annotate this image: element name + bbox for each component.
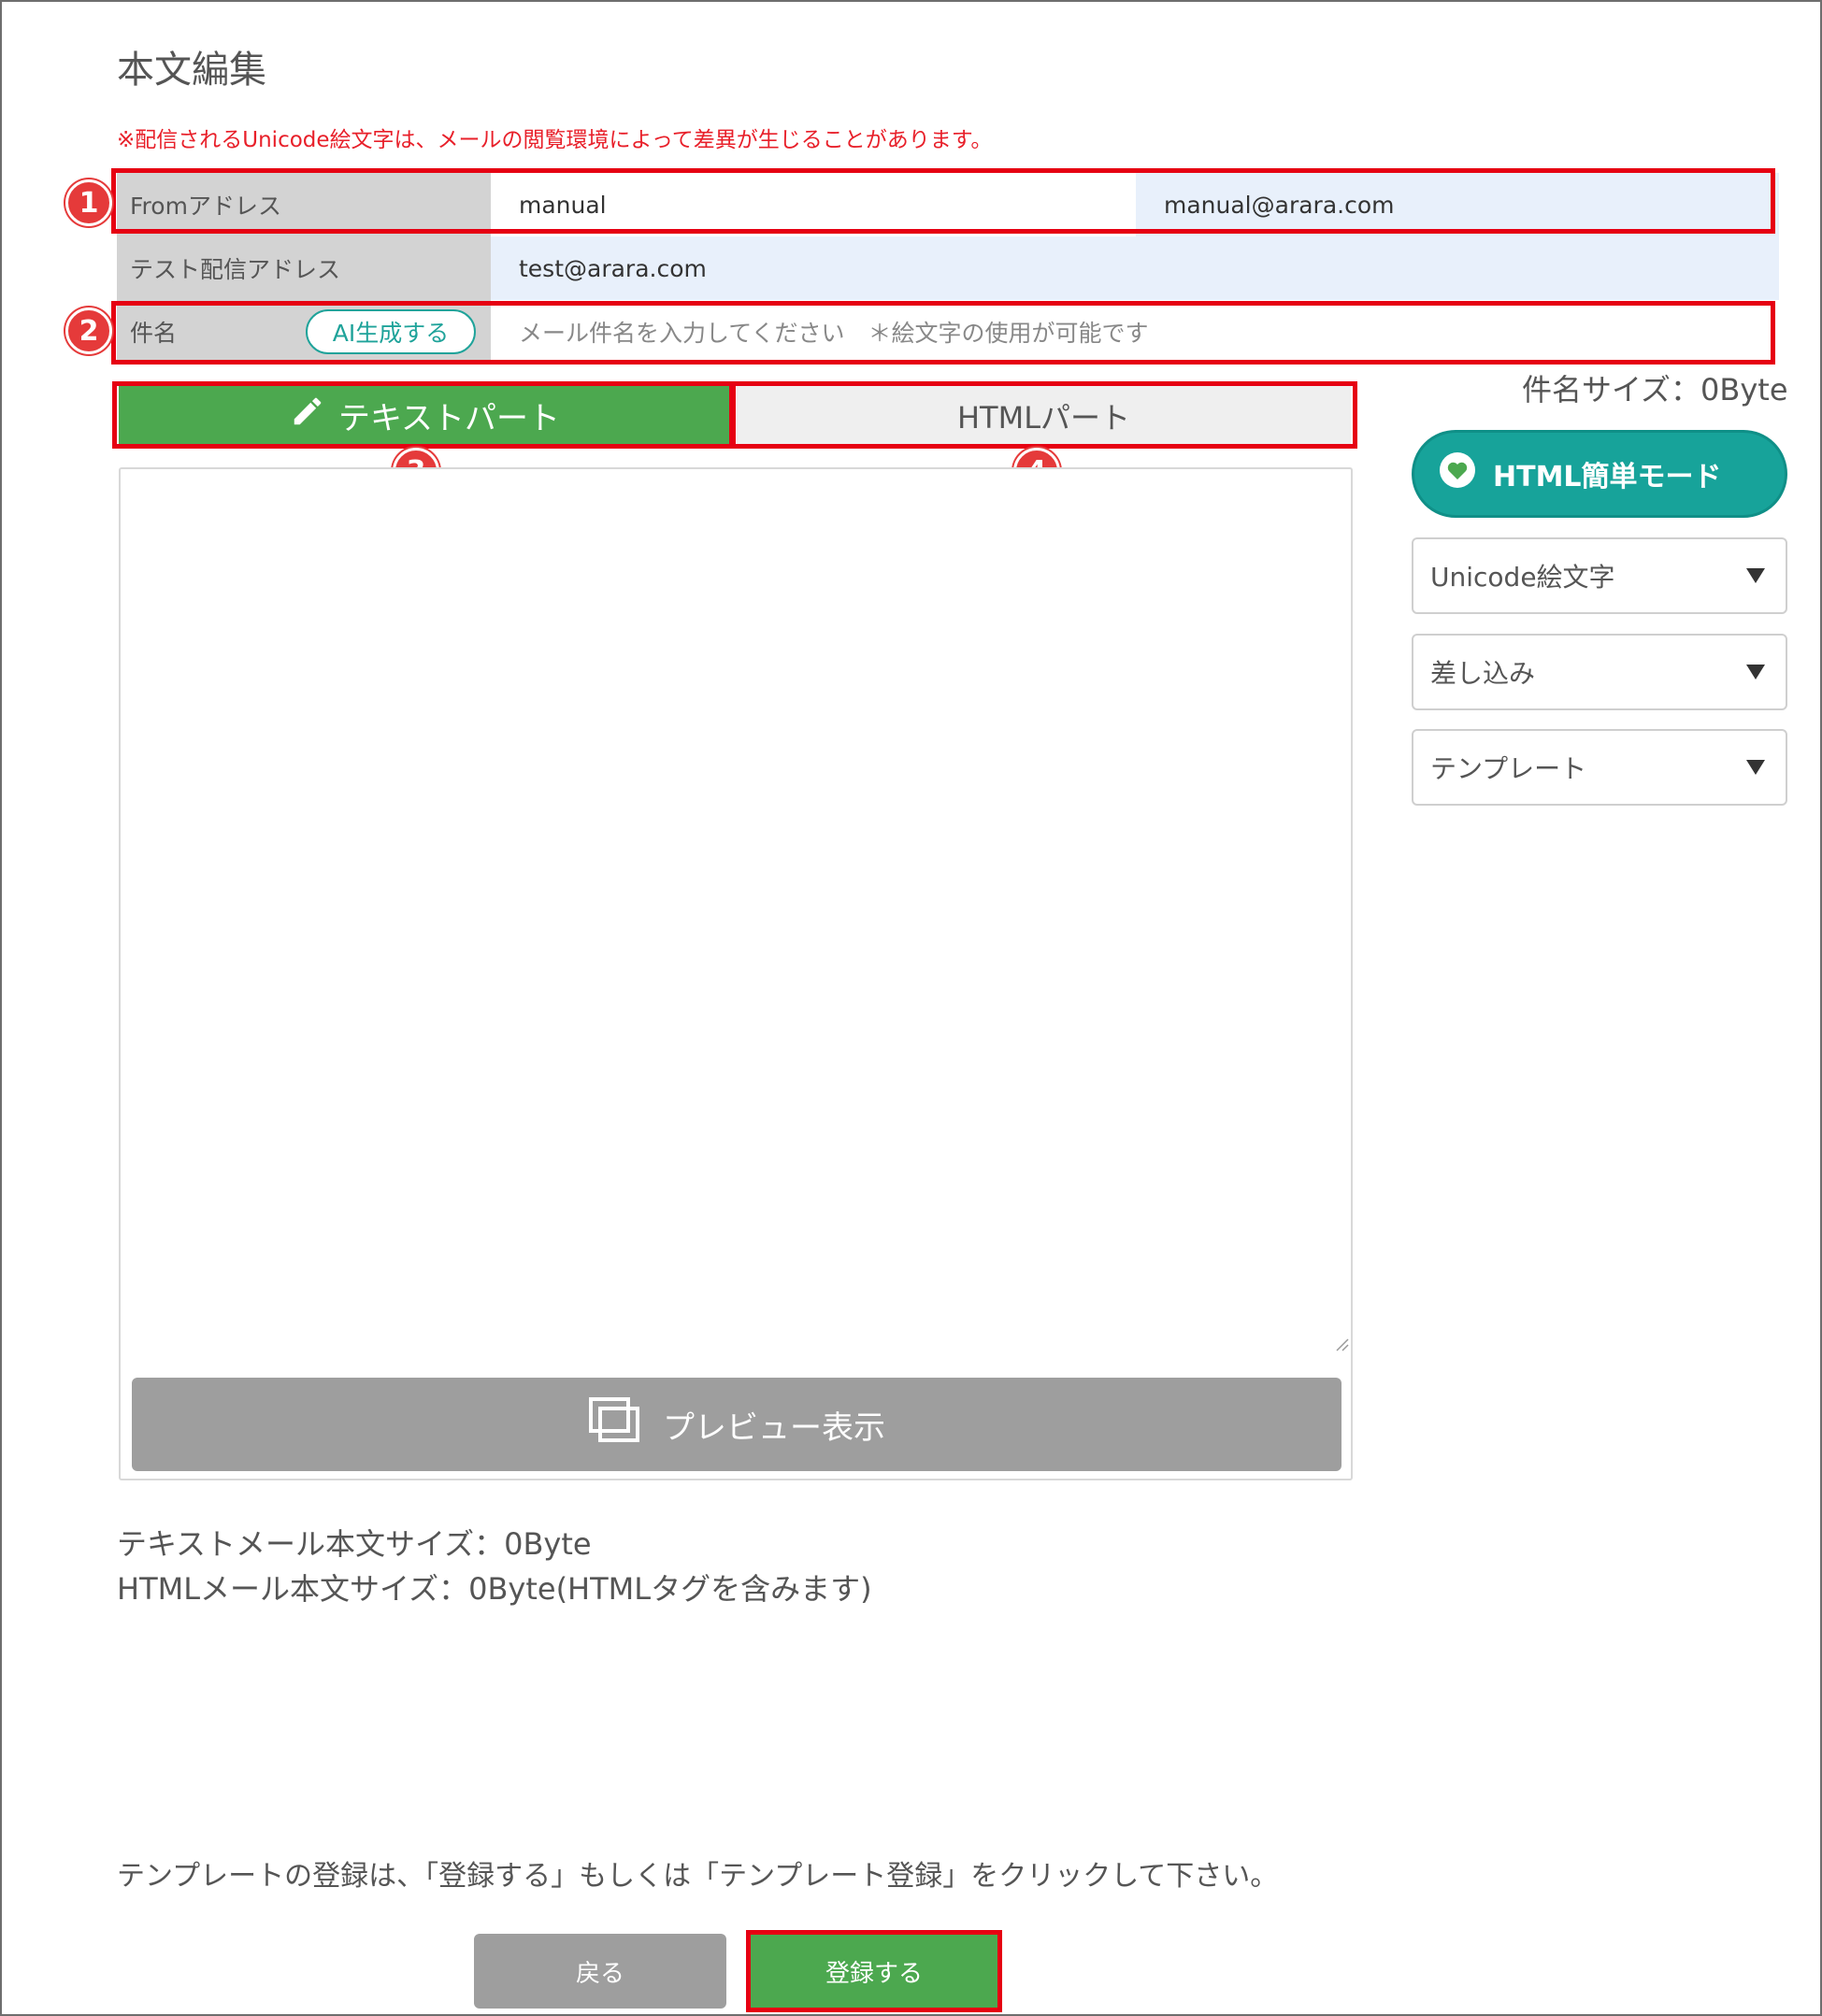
test-address-label: テスト配信アドレス	[117, 236, 491, 300]
preview-button[interactable]: プレビュー表示	[132, 1378, 1341, 1471]
subject-size-text: 件名サイズ：0Byte	[1522, 372, 1788, 407]
emoji-notice: ※配信されるUnicode絵文字は、メールの閲覧環境によって差異が生じることがあ…	[117, 128, 993, 152]
html-easy-mode-label: HTML簡単モード	[1493, 461, 1722, 493]
annotation-badge-1: 1	[65, 179, 112, 226]
window-icon	[588, 1396, 640, 1453]
annotation-box-4	[731, 381, 1357, 449]
dropdown-arrow-icon	[1746, 665, 1765, 679]
unicode-emoji-label: Unicode絵文字	[1430, 562, 1615, 593]
template-register-note: テンプレートの登録は、「登録する」もしくは「テンプレート登録」をクリックして下さ…	[117, 1860, 1279, 1893]
back-button[interactable]: 戻る	[474, 1934, 726, 2009]
template-label: テンプレート	[1430, 753, 1587, 784]
register-button[interactable]: 登録する	[751, 1935, 997, 2008]
dropdown-arrow-icon	[1746, 760, 1765, 775]
insert-dropdown[interactable]: 差し込み	[1412, 634, 1787, 710]
unicode-emoji-dropdown[interactable]: Unicode絵文字	[1412, 537, 1787, 614]
text-size-info: テキストメール本文サイズ：0Byte	[117, 1526, 592, 1562]
test-address-field[interactable]: test@arara.com	[491, 236, 1779, 300]
insert-label: 差し込み	[1430, 658, 1536, 689]
template-dropdown[interactable]: テンプレート	[1412, 729, 1787, 806]
annotation-box-register: 登録する	[746, 1930, 1002, 2012]
page-title: 本文編集	[117, 49, 266, 92]
html-easy-mode-button[interactable]: HTML簡単モード	[1412, 430, 1787, 518]
body-textarea[interactable]	[121, 469, 1351, 1357]
editor-panel: プレビュー表示	[119, 467, 1353, 1480]
annotation-box-3	[112, 381, 734, 449]
page-root: 本文編集 ※配信されるUnicode絵文字は、メールの閲覧環境によって差異が生じ…	[0, 0, 1822, 2016]
heart-icon	[1439, 451, 1476, 496]
annotation-box-1	[111, 168, 1775, 234]
dropdown-arrow-icon	[1746, 568, 1765, 583]
resize-handle-icon[interactable]	[1334, 1337, 1349, 1351]
annotation-badge-2: 2	[65, 307, 112, 354]
preview-label: プレビュー表示	[663, 1408, 885, 1447]
annotation-box-2	[111, 301, 1775, 365]
html-size-info: HTMLメール本文サイズ：0Byte(HTMLタグを含みます)	[117, 1571, 872, 1607]
